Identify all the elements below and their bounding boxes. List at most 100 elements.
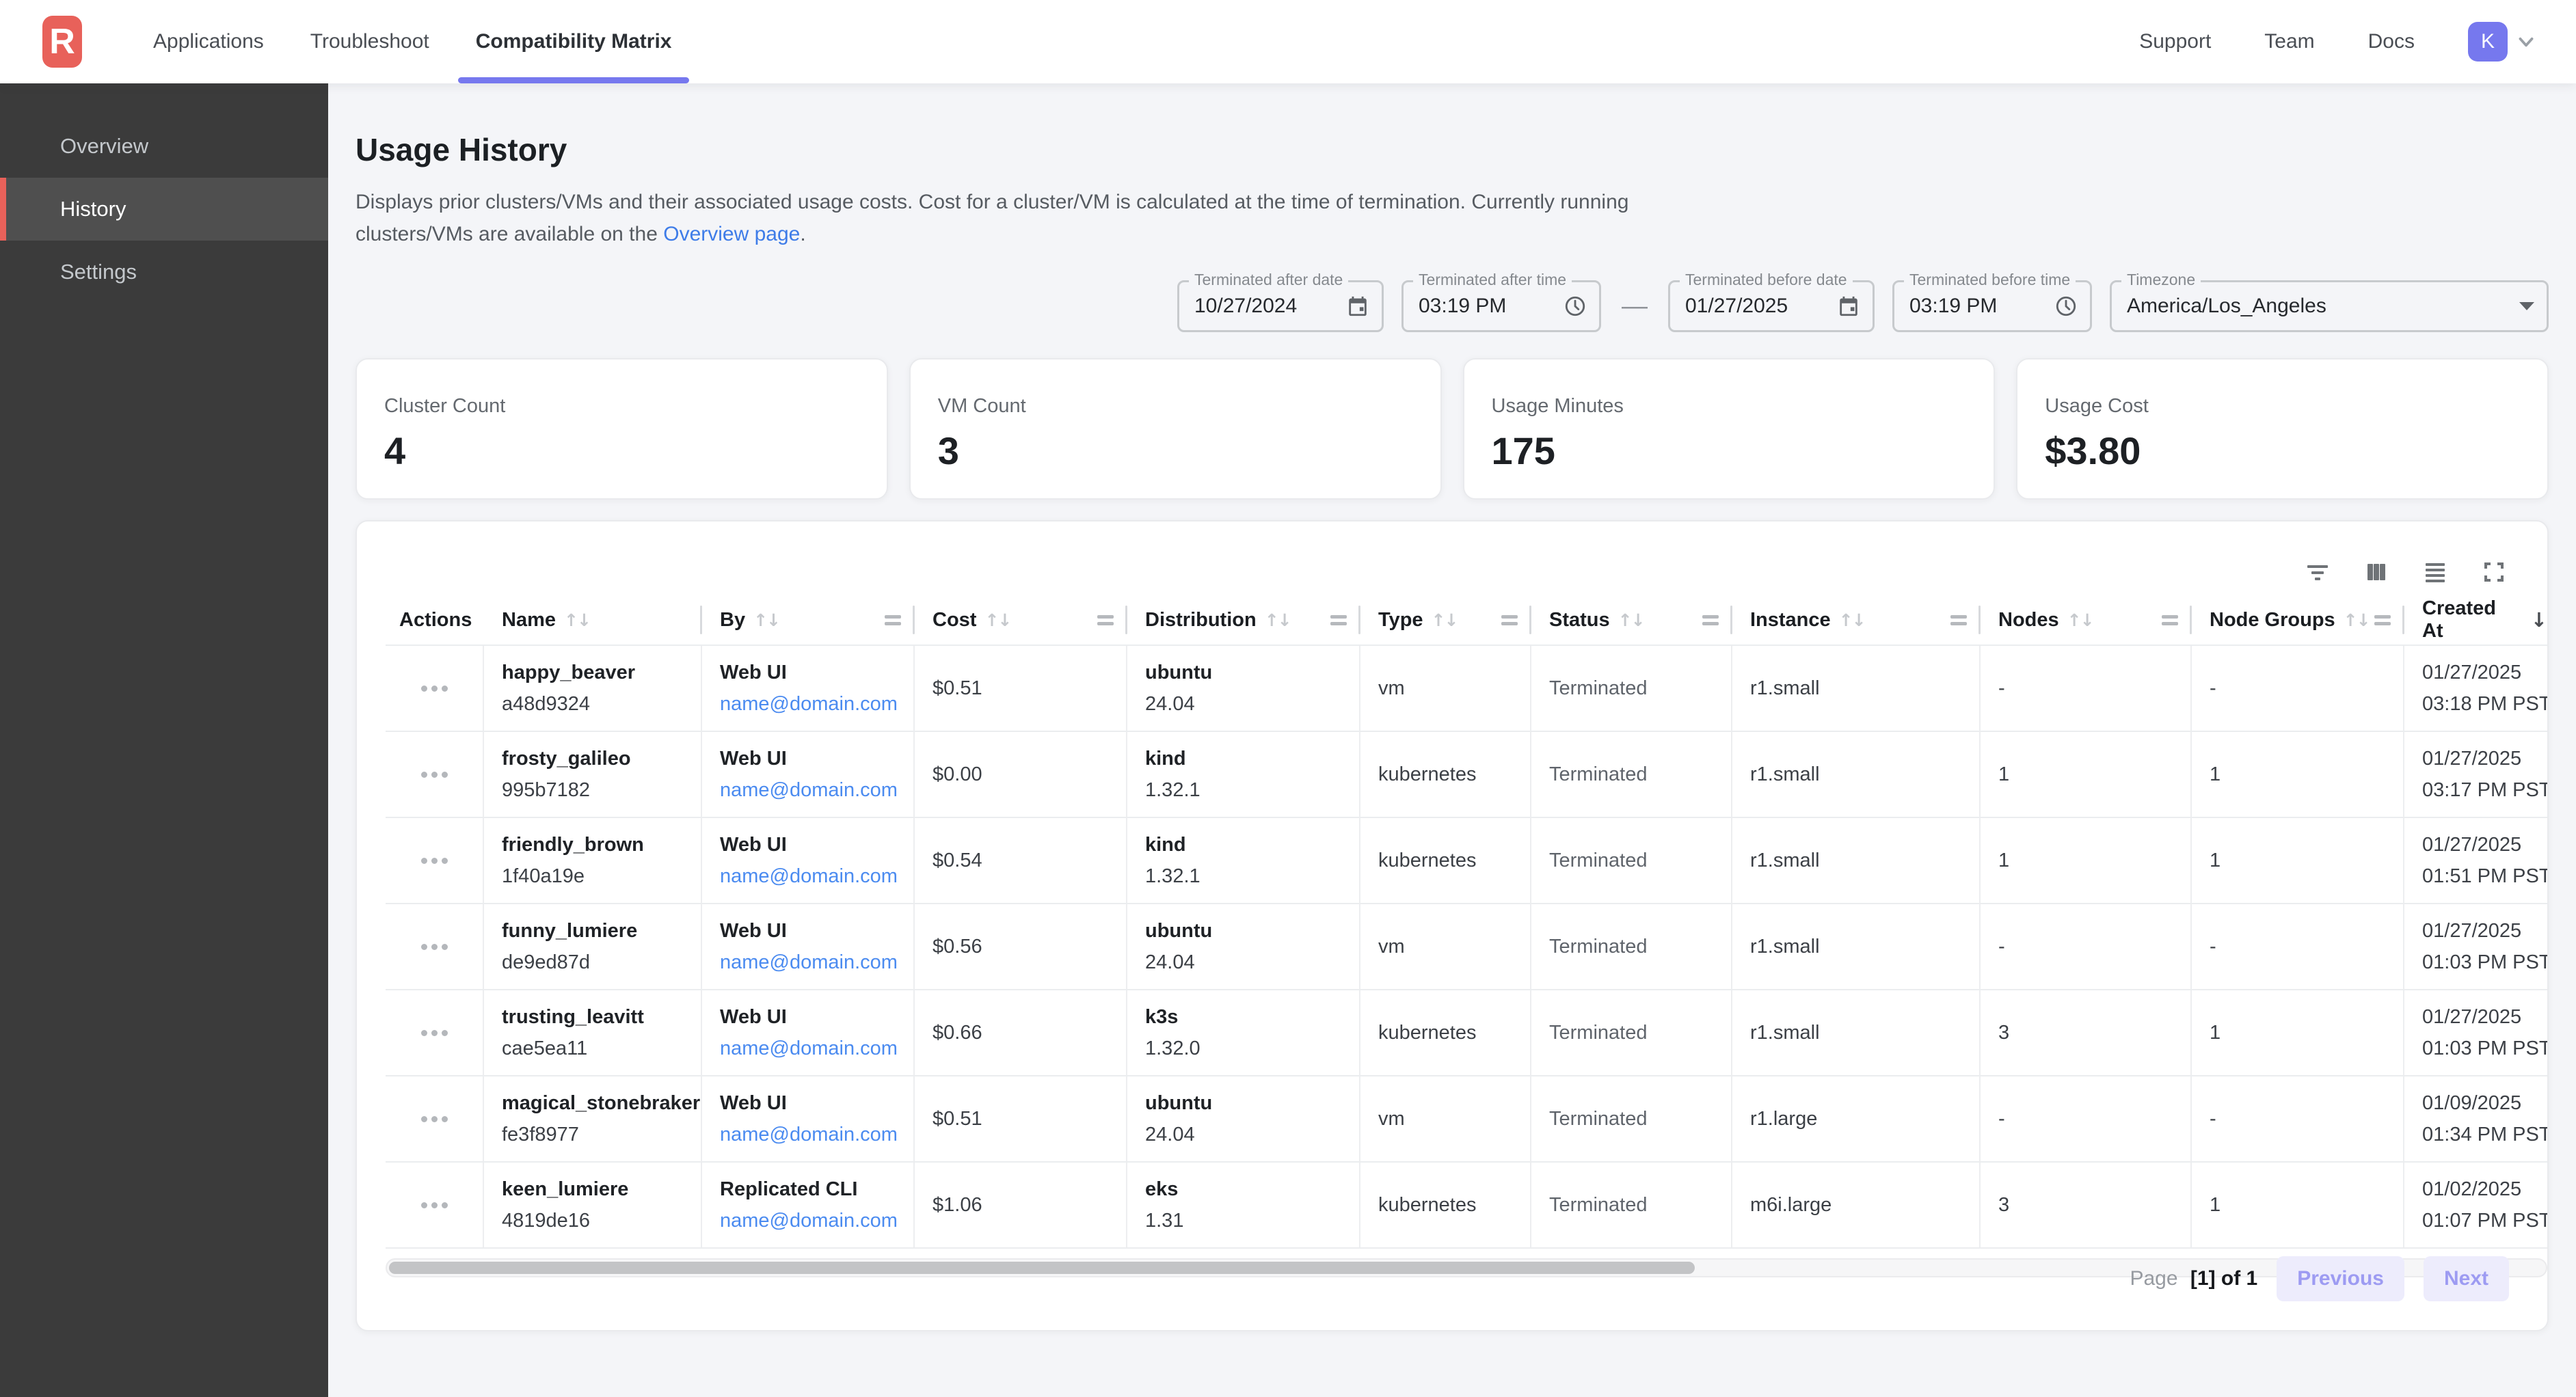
previous-page-button[interactable]: Previous: [2277, 1256, 2404, 1301]
nav-tab-applications[interactable]: Applications: [130, 0, 287, 83]
instance-cell: r1.small: [1732, 990, 1981, 1075]
created-by-email-link[interactable]: name@domain.com: [720, 865, 905, 888]
created-time: 03:17 PM PST: [2422, 779, 2539, 802]
column-header-status[interactable]: Status↑↓: [1531, 595, 1732, 645]
overview-page-link[interactable]: Overview page: [663, 223, 800, 245]
node-groups-value: -: [2210, 677, 2395, 700]
clock-icon[interactable]: [2054, 295, 2078, 318]
terminated-before-time-value[interactable]: 03:19 PM: [1909, 295, 2054, 318]
chevron-down-icon[interactable]: [2516, 31, 2536, 52]
cost-cell: $1.06: [915, 1163, 1127, 1247]
sort-icon: ↑↓: [1432, 610, 1458, 630]
fullscreen-icon[interactable]: [2480, 558, 2508, 586]
created-by-source: Web UI: [720, 920, 905, 942]
nav-link-support[interactable]: Support: [2139, 30, 2211, 53]
column-menu-icon[interactable]: [1330, 615, 1347, 625]
terminated-after-time-field[interactable]: Terminated after time 03:19 PM: [1401, 280, 1601, 332]
created-by-email-link[interactable]: name@domain.com: [720, 1124, 905, 1146]
node-groups-cell: -: [2192, 646, 2404, 731]
created-by-source: Web UI: [720, 1092, 905, 1115]
primary-nav-tabs: ApplicationsTroubleshootCompatibility Ma…: [130, 0, 695, 83]
sidebar-item-settings[interactable]: Settings: [0, 241, 328, 303]
page-indicator: Page [1] of 1: [2130, 1267, 2257, 1290]
table-row: frosty_galileo995b7182Web UIname@domain.…: [386, 731, 2547, 817]
column-menu-icon[interactable]: [1702, 615, 1719, 625]
terminated-after-date-field[interactable]: Terminated after date 10/27/2024: [1177, 280, 1384, 332]
timezone-value[interactable]: America/Los_Angeles: [2127, 295, 2519, 318]
timezone-select[interactable]: Timezone America/Los_Angeles: [2110, 280, 2549, 332]
status-value: Terminated: [1549, 763, 1723, 786]
row-actions-button[interactable]: [414, 851, 455, 871]
avatar[interactable]: K: [2468, 22, 2508, 62]
created-by-email-link[interactable]: name@domain.com: [720, 1037, 905, 1060]
density-icon[interactable]: [2421, 558, 2449, 586]
sidebar-item-overview[interactable]: Overview: [0, 115, 328, 178]
created-by-email-link[interactable]: name@domain.com: [720, 951, 905, 974]
table-header: ActionsName↑↓By↑↓Cost↑↓Distribution↑↓Typ…: [386, 595, 2547, 645]
column-menu-icon[interactable]: [2162, 615, 2178, 625]
row-actions-cell: [386, 904, 484, 989]
type-value: vm: [1378, 677, 1522, 700]
column-header-name[interactable]: Name↑↓: [484, 595, 702, 645]
created-by-email-link[interactable]: name@domain.com: [720, 693, 905, 716]
clock-icon[interactable]: [1564, 295, 1587, 318]
column-header-node-groups[interactable]: Node Groups↑↓: [2192, 595, 2404, 645]
terminated-before-date-value[interactable]: 01/27/2025: [1685, 295, 1837, 318]
column-label: Cost: [933, 609, 976, 632]
filter-icon[interactable]: [2304, 558, 2331, 586]
column-header-type[interactable]: Type↑↓: [1360, 595, 1531, 645]
type-value: kubernetes: [1378, 1194, 1522, 1217]
created-by-source: Web UI: [720, 662, 905, 684]
horizontal-scrollbar-thumb[interactable]: [389, 1262, 1695, 1274]
terminated-after-date-value[interactable]: 10/27/2024: [1194, 295, 1346, 318]
column-header-created-at[interactable]: Created At↓: [2404, 595, 2547, 645]
column-header-instance[interactable]: Instance↑↓: [1732, 595, 1981, 645]
terminated-before-date-field[interactable]: Terminated before date 01/27/2025: [1668, 280, 1875, 332]
column-label: Status: [1549, 609, 1610, 632]
calendar-icon[interactable]: [1837, 295, 1860, 318]
by-cell: Web UI name@domain.com: [702, 646, 915, 731]
account-menu[interactable]: K: [2468, 22, 2536, 62]
row-actions-button[interactable]: [414, 1195, 455, 1215]
row-actions-button[interactable]: [414, 679, 455, 698]
row-actions-button[interactable]: [414, 1109, 455, 1129]
column-menu-icon[interactable]: [885, 615, 901, 625]
sidebar-item-history[interactable]: History: [0, 178, 328, 241]
column-header-nodes[interactable]: Nodes↑↓: [1981, 595, 2192, 645]
dropdown-caret-icon[interactable]: [2519, 302, 2534, 310]
column-menu-icon[interactable]: [1097, 615, 1114, 625]
created-by-email-link[interactable]: name@domain.com: [720, 1210, 905, 1232]
created-at-cell: 01/27/202503:18 PM PST: [2404, 646, 2547, 731]
nav-link-docs[interactable]: Docs: [2368, 30, 2415, 53]
terminated-before-time-field[interactable]: Terminated before time 03:19 PM: [1892, 280, 2092, 332]
nodes-value: -: [1998, 677, 2182, 700]
distribution-version: 1.32.1: [1145, 779, 1351, 802]
column-header-distribution[interactable]: Distribution↑↓: [1127, 595, 1360, 645]
row-actions-button[interactable]: [414, 765, 455, 785]
row-actions-button[interactable]: [414, 937, 455, 957]
by-cell: Web UIname@domain.com: [702, 990, 915, 1075]
column-header-cost[interactable]: Cost↑↓: [915, 595, 1127, 645]
nav-tab-compatibility-matrix[interactable]: Compatibility Matrix: [453, 0, 695, 83]
stat-card-usage-cost: Usage Cost$3.80: [2016, 358, 2549, 500]
row-actions-button[interactable]: [414, 1023, 455, 1043]
distribution-name: ubuntu: [1145, 662, 1351, 684]
distribution-name: ubuntu: [1145, 920, 1351, 942]
column-menu-icon[interactable]: [1501, 615, 1518, 625]
nav-link-team[interactable]: Team: [2264, 30, 2314, 53]
created-date: 01/27/2025: [2422, 662, 2539, 684]
columns-icon[interactable]: [2363, 558, 2390, 586]
nav-tab-troubleshoot[interactable]: Troubleshoot: [287, 0, 453, 83]
replicated-logo[interactable]: R: [42, 16, 82, 68]
calendar-icon[interactable]: [1346, 295, 1369, 318]
created-by-source: Replicated CLI: [720, 1178, 905, 1201]
column-menu-icon[interactable]: [2374, 615, 2391, 625]
terminated-after-time-value[interactable]: 03:19 PM: [1419, 295, 1564, 318]
distribution-name: ubuntu: [1145, 1092, 1351, 1115]
column-header-by[interactable]: By↑↓: [702, 595, 915, 645]
column-menu-icon[interactable]: [1950, 615, 1967, 625]
node-groups-value: -: [2210, 936, 2395, 958]
created-by-email-link[interactable]: name@domain.com: [720, 779, 905, 802]
next-page-button[interactable]: Next: [2424, 1256, 2509, 1301]
top-nav: R ApplicationsTroubleshootCompatibility …: [0, 0, 2576, 83]
